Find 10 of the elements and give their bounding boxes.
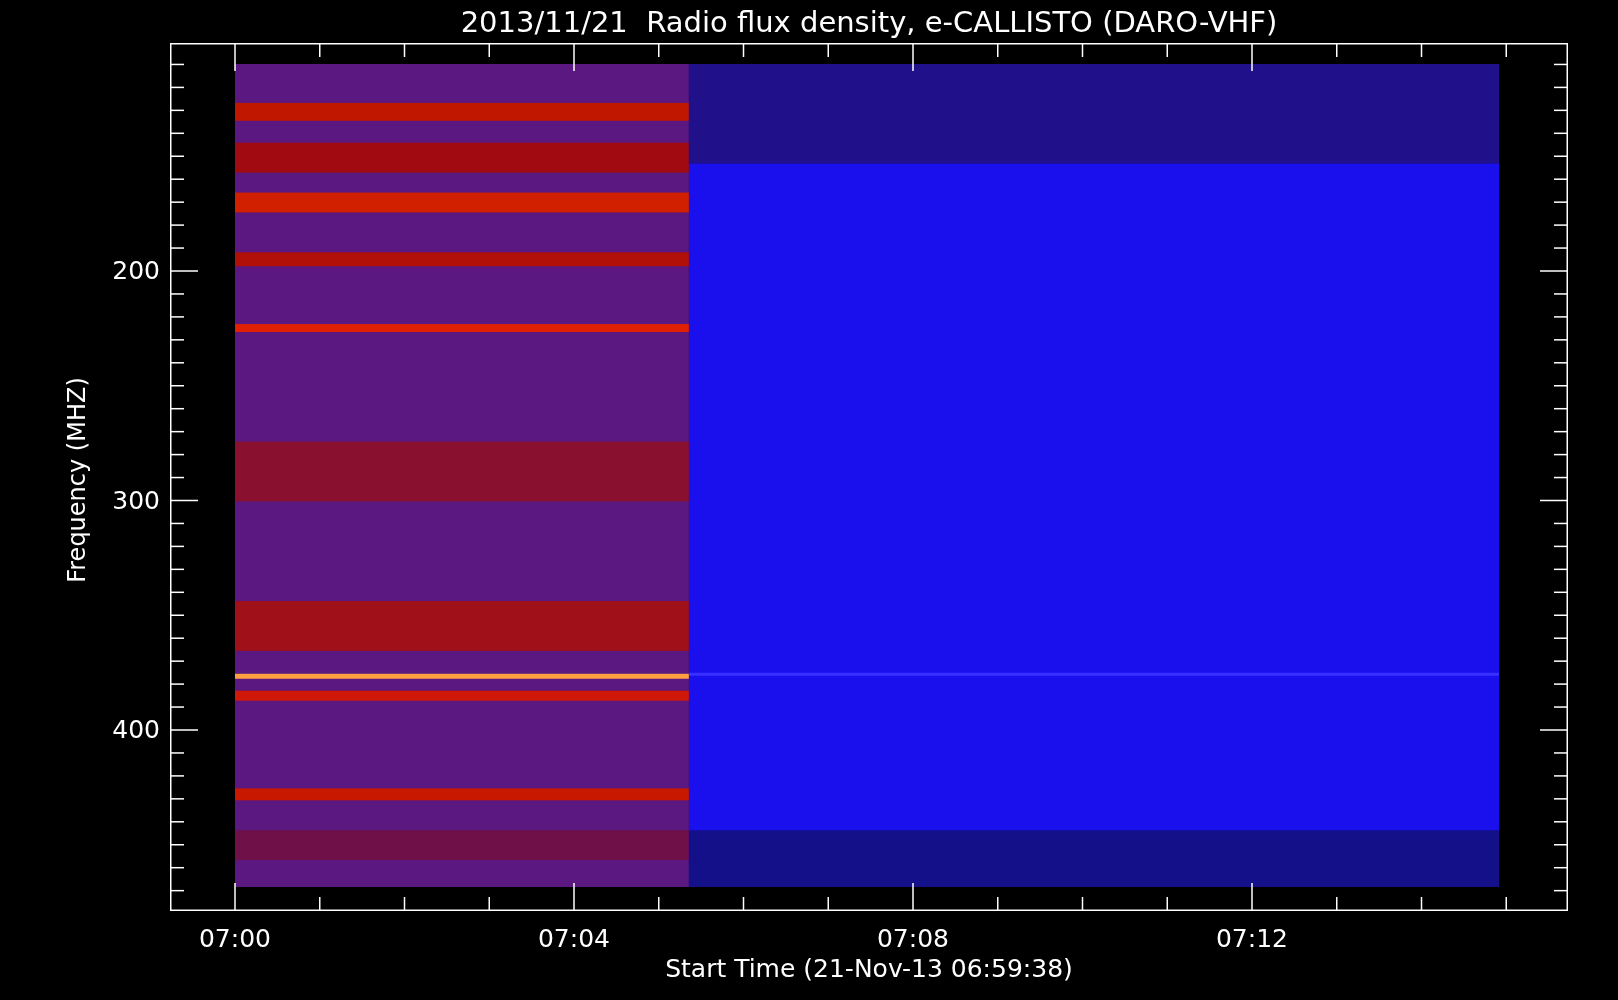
x-tick-label: 07:04 [536,923,611,955]
y-axis-label: Frequency (MHZ) [63,377,91,583]
y-tick-label: 400 [111,714,160,746]
y-tick-label: 200 [111,255,160,287]
x-tick-label: 07:12 [1214,923,1289,955]
y-tick-label: 300 [111,484,160,517]
x-axis-label: Start Time (21-Nov-13 06:59:38) [664,953,1074,985]
x-tick-label: 07:08 [875,923,950,955]
chart-title: 2013/11/21 Radio flux density, e-CALLISTO (DARO-VHF) [460,3,1278,40]
x-tick-label: 07:00 [197,923,272,955]
